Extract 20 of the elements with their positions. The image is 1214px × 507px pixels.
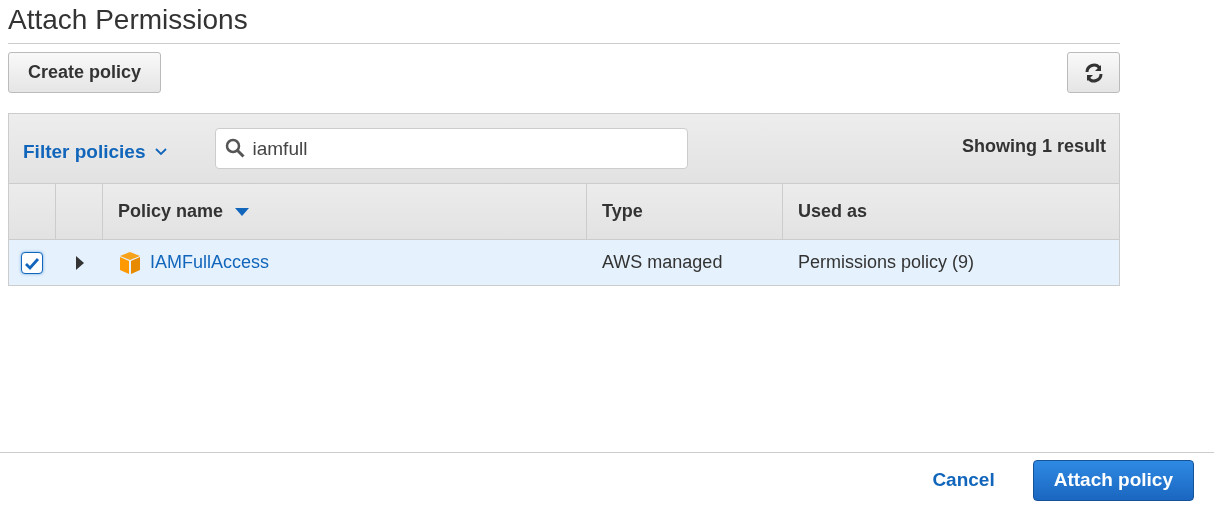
column-header[interactable]: Type	[602, 198, 643, 225]
policy-link[interactable]: IAMFullAccess	[150, 249, 270, 276]
table-cell-text: AWS managed	[601, 251, 724, 274]
chevron-down-icon	[155, 148, 168, 157]
box-icon	[118, 250, 142, 275]
page-title: Attach Permissions	[8, 3, 249, 37]
table-row[interactable]: IAMFullAccess AWS managed Permissions policy (9)	[9, 240, 1119, 285]
cancel-button[interactable]: Cancel	[932, 465, 995, 495]
result-count: Showing 1 result	[961, 135, 1106, 158]
search-field[interactable]: iamfull	[215, 128, 689, 169]
refresh-icon	[1083, 62, 1104, 83]
column-header[interactable]: Policy name	[118, 198, 224, 225]
expand-caret-icon[interactable]	[76, 256, 84, 271]
attach-policy-button[interactable]: Attach policy	[1032, 459, 1194, 501]
table-cell-text: Permissions policy (9)	[797, 251, 976, 274]
refresh-button[interactable]	[1067, 52, 1120, 93]
create-policy-button[interactable]: Create policy	[8, 52, 162, 93]
row-checkbox[interactable]	[21, 251, 43, 274]
column-header[interactable]: Used as	[798, 198, 868, 225]
filter-policies-dropdown[interactable]: Filter policies	[23, 138, 168, 167]
